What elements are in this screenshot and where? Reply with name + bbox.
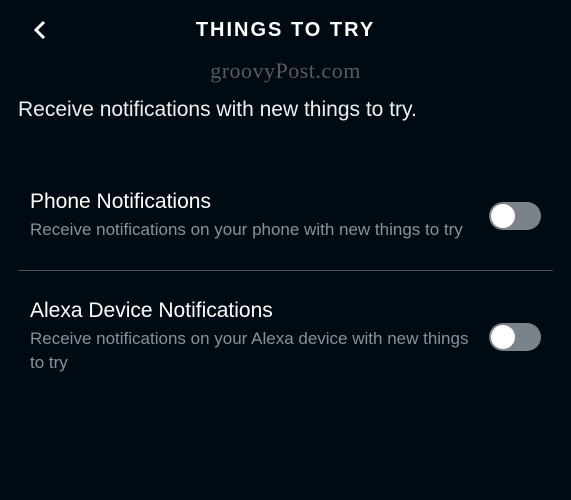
setting-title: Alexa Device Notifications	[30, 299, 469, 323]
setting-phone-notifications: Phone Notifications Receive notification…	[0, 172, 571, 260]
page-title: THINGS TO TRY	[196, 19, 375, 42]
watermark-text: groovyPost.com	[0, 58, 571, 84]
divider	[18, 270, 553, 271]
setting-title: Phone Notifications	[30, 190, 469, 214]
toggle-knob	[491, 204, 515, 228]
page-description: Receive notifications with new things to…	[0, 98, 571, 122]
setting-subtitle: Receive notifications on your Alexa devi…	[30, 327, 469, 375]
toggle-knob	[491, 325, 515, 349]
setting-alexa-notifications: Alexa Device Notifications Receive notif…	[0, 281, 571, 393]
setting-text-block: Alexa Device Notifications Receive notif…	[30, 299, 489, 375]
setting-text-block: Phone Notifications Receive notification…	[30, 190, 489, 242]
back-button[interactable]	[28, 18, 52, 42]
header: THINGS TO TRY	[0, 0, 571, 60]
phone-notifications-toggle[interactable]	[489, 202, 541, 230]
alexa-notifications-toggle[interactable]	[489, 323, 541, 351]
chevron-left-icon	[28, 18, 52, 42]
setting-subtitle: Receive notifications on your phone with…	[30, 218, 469, 242]
